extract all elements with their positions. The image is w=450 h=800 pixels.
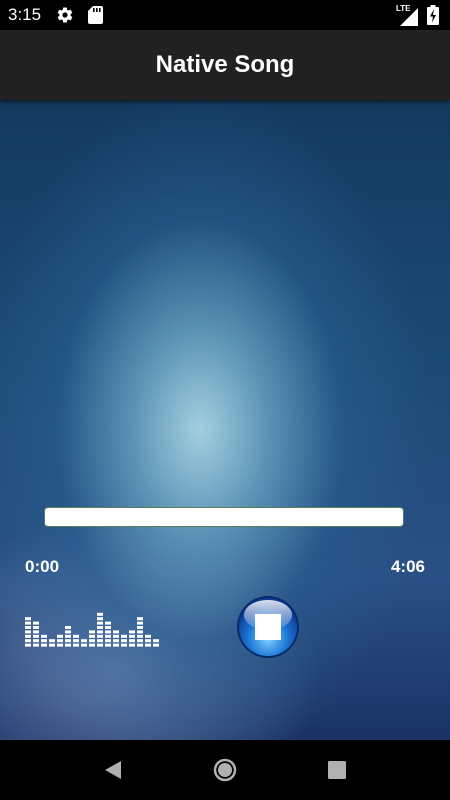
signal-icon [400, 8, 418, 26]
status-bar: 3:15 LTE [0, 0, 450, 30]
home-icon[interactable] [213, 758, 237, 782]
stop-icon [255, 614, 281, 640]
recents-icon[interactable] [328, 761, 346, 779]
equalizer-icon [25, 612, 159, 647]
status-time: 3:15 [8, 5, 42, 24]
sd-card-icon [88, 6, 103, 24]
total-time: 4:06 [390, 557, 425, 576]
player-area: 0:00 4:06 [0, 100, 450, 740]
progress-bar[interactable] [44, 507, 404, 527]
battery-charging-icon [427, 5, 439, 25]
back-icon[interactable] [102, 759, 124, 781]
current-time: 0:00 [25, 557, 60, 576]
app-bar: Native Song [0, 30, 450, 100]
gear-icon [57, 7, 73, 23]
stop-button[interactable] [236, 595, 300, 659]
screen: 3:15 LTE Native Song 0:00 4:06 [0, 0, 450, 800]
navigation-bar [0, 740, 450, 800]
app-title: Native Song [155, 51, 295, 78]
